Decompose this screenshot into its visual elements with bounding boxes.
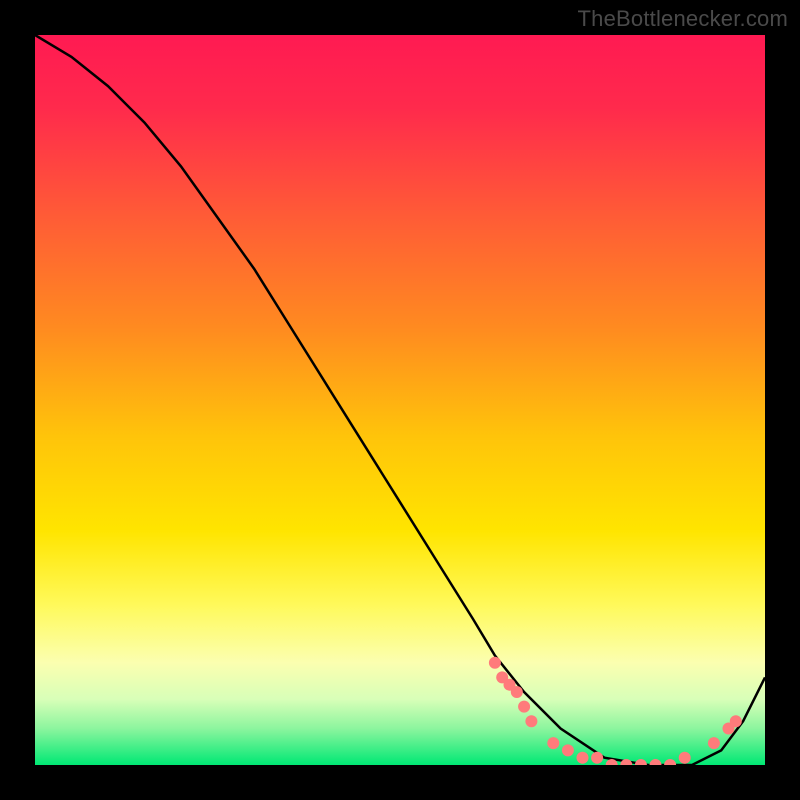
- chart-svg: [35, 35, 765, 765]
- gradient-background: [35, 35, 765, 765]
- marker-dot: [518, 701, 530, 713]
- marker-dot: [489, 657, 501, 669]
- marker-dot: [591, 752, 603, 764]
- marker-dot: [679, 752, 691, 764]
- marker-dot: [525, 715, 537, 727]
- marker-dot: [511, 686, 523, 698]
- marker-dot: [547, 737, 559, 749]
- marker-dot: [577, 752, 589, 764]
- marker-dot: [562, 744, 574, 756]
- chart-frame: TheBottlenecker.com: [0, 0, 800, 800]
- marker-dot: [708, 737, 720, 749]
- bottleneck-chart: [35, 35, 765, 765]
- marker-dot: [730, 715, 742, 727]
- watermark-text: TheBottlenecker.com: [578, 6, 788, 32]
